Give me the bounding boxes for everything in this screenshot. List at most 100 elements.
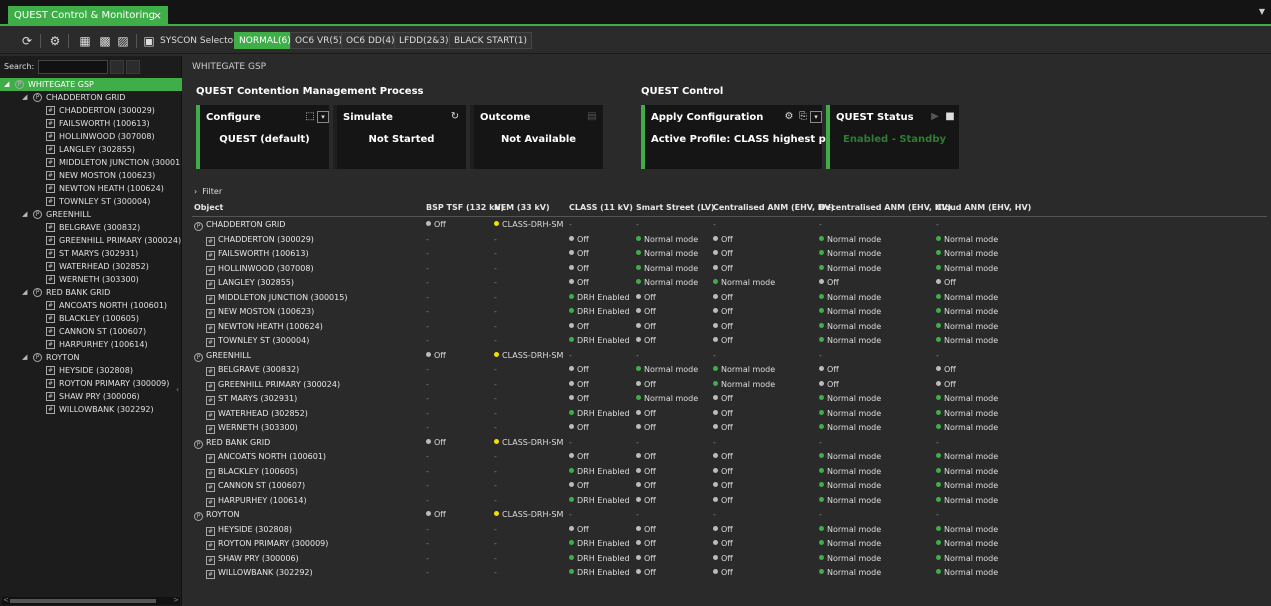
table-row[interactable]: P GREENHILL Off CLASS-DRH-SM - - - - - [192,349,1267,364]
table-row[interactable]: # ANCOATS NORTH (100601) - - Off Off Off Normal… [192,450,1267,465]
tree-item[interactable]: # WATERHEAD (302852) [0,260,182,273]
tree-item[interactable]: # MIDDLETON JUNCTION (30001 [0,156,182,169]
column-header-cloud-anm[interactable]: Cloud ANM (EHV, HV) [936,203,1031,212]
tree-item[interactable]: ◢ P ROYTON [0,351,182,364]
column-header-nem[interactable]: NEM (33 kV) [494,203,550,212]
close-icon[interactable]: × [153,9,162,22]
table-row[interactable]: # ST MARYS (302931) - - Off Normal mode Off Nor… [192,392,1267,407]
document-tab[interactable]: QUEST Control & Monitoring × [8,6,168,26]
table-row[interactable]: # FAILSWORTH (100613) - - Off Normal mode Off N… [192,247,1267,262]
table-row[interactable]: # CANNON ST (100607) - - Off Off Off Normal mod… [192,479,1267,494]
tree-item[interactable]: # WERNETH (303300) [0,273,182,286]
table-row[interactable]: # CHADDERTON (300029) - - Off Normal mode Off N… [192,233,1267,248]
table-row[interactable]: # MIDDLETON JUNCTION (300015) - - DRH Enable… [192,291,1267,306]
outcome-card[interactable]: Outcome ▤ Not Available [470,105,603,169]
configure-card[interactable]: Configure ⬚ ▾ QUEST (default) [196,105,329,169]
table-row[interactable]: # GREENHILL PRIMARY (300024) - - Off Off Norma… [192,378,1267,393]
tree-item[interactable]: # WILLOWBANK (302292) [0,403,182,416]
window-icon[interactable]: ▣ [140,32,158,50]
column-header-object[interactable]: Object [194,203,223,212]
tree-item[interactable]: # ANCOATS NORTH (100601) [0,299,182,312]
tree-item[interactable]: # BLACKLEY (100605) [0,312,182,325]
column-header-bsp-tsf[interactable]: BSP TSF (132 kV) [426,203,504,212]
tree-item[interactable]: ◢ P CHADDERTON GRID [0,91,182,104]
table-row[interactable]: # ROYTON PRIMARY (300009) - - DRH Enabled Off… [192,537,1267,552]
scroll-right-icon[interactable]: > [173,596,179,604]
column-header-smart-street[interactable]: Smart Street (LV) [636,203,715,212]
table-row[interactable]: # BELGRAVE (300832) - - Off Normal mode Normal… [192,363,1267,378]
expand-arrow-icon[interactable]: ◢ [22,286,30,299]
table-row[interactable]: P ROYTON Off CLASS-DRH-SM - - - - - [192,508,1267,523]
tree-item[interactable]: # CHADDERTON (300029) [0,104,182,117]
table-row[interactable]: # NEW MOSTON (100623) - - DRH Enabled Off Off N… [192,305,1267,320]
tree-item[interactable]: # NEWTON HEATH (100624) [0,182,182,195]
table-row[interactable]: # WERNETH (303300) - - Off Off Off Normal mode N… [192,421,1267,436]
sidebar-horizontal-scrollbar[interactable]: < > [2,596,180,605]
tree-item[interactable]: # SHAW PRY (300006) [0,390,182,403]
tree-item[interactable]: ◢ P GREENHILL [0,208,182,221]
table-row[interactable]: # NEWTON HEATH (100624) - - Off Off Off Normal … [192,320,1267,335]
scroll-left-icon[interactable]: < [3,596,9,604]
scrollbar-thumb[interactable] [10,599,156,603]
tab-menu-icon[interactable]: ▼ [1259,7,1265,16]
grid-sync-icon[interactable]: ▩ [96,32,114,50]
select-configuration-icon[interactable]: ⬚ [304,111,316,123]
syscon-oc6-dd-button[interactable]: OC6 DD(4) [341,32,400,49]
table-row[interactable]: # TOWNLEY ST (300004) - - DRH Enabled Off Off N… [192,334,1267,349]
apply-configuration-card[interactable]: Apply Configuration ⚙ ⎘ ▾ Active Profile… [641,105,861,169]
table-row[interactable]: # LANGLEY (302855) - - Off Normal mode Normal … [192,276,1267,291]
collapse-sidebar-icon[interactable]: ‹ [176,385,182,394]
column-header-class[interactable]: CLASS (11 kV) [569,203,633,212]
tree-item[interactable]: # FAILSWORTH (100613) [0,117,182,130]
syscon-oc6-vr-button[interactable]: OC6 VR(5) [290,32,348,49]
run-simulation-icon[interactable]: ↻ [449,111,461,123]
table-row[interactable]: P CHADDERTON GRID Off CLASS-DRH-SM - - - - - [192,218,1267,233]
syscon-normal-button[interactable]: NORMAL(6) [234,32,296,49]
chevron-down-icon[interactable]: ▾ [317,111,329,123]
filter-toggle[interactable]: › Filter [194,187,222,196]
table-row[interactable]: # SHAW PRY (300006) - - DRH Enabled Off Off Nor… [192,552,1267,567]
tree-item[interactable]: # HEYSIDE (302808) [0,364,182,377]
expand-arrow-icon[interactable]: ◢ [22,208,30,221]
tree-item[interactable]: # BELGRAVE (300832) [0,221,182,234]
search-clear-button[interactable] [110,60,124,74]
grid-settings-icon[interactable]: ▦ [76,32,94,50]
stop-icon[interactable]: ■ [944,111,956,123]
table-row[interactable]: # HEYSIDE (302808) - - Off Off Off Normal mode N… [192,523,1267,538]
simulate-card[interactable]: Simulate ↻ Not Started [333,105,466,169]
tree-item[interactable]: ◢ P WHITEGATE GSP [0,78,182,91]
table-row[interactable]: P RED BANK GRID Off CLASS-DRH-SM - - - - - [192,436,1267,451]
tree-item[interactable]: # HARPURHEY (100614) [0,338,182,351]
play-icon[interactable]: ▶ [929,111,941,123]
copy-configuration-icon[interactable]: ⎘ [797,111,809,123]
tree-item[interactable]: # NEW MOSTON (100623) [0,169,182,182]
table-row[interactable]: # HOLLINWOOD (307008) - - Off Normal mode Off N… [192,262,1267,277]
grid-edit-icon[interactable]: ▨ [114,32,132,50]
column-header-decentralised-anm[interactable]: Decentralised ANM (EHV, HV) [819,203,951,212]
outcome-report-icon[interactable]: ▤ [586,111,598,123]
table-row[interactable]: # BLACKLEY (100605) - - DRH Enabled Off Off Nor… [192,465,1267,480]
chevron-down-icon[interactable]: ▾ [810,111,822,123]
syscon-black-start-button[interactable]: BLACK START(1) [449,32,532,49]
tree-item[interactable]: # ROYTON PRIMARY (300009) [0,377,182,390]
tree-item[interactable]: # ST MARYS (302931) [0,247,182,260]
tree-item[interactable]: # CANNON ST (100607) [0,325,182,338]
tree-item[interactable]: # LANGLEY (302855) [0,143,182,156]
expand-arrow-icon[interactable]: ◢ [4,78,12,91]
syscon-lfdd-button[interactable]: LFDD(2&3) [394,32,454,49]
tree-item[interactable]: # TOWNLEY ST (300004) [0,195,182,208]
apply-user-icon[interactable]: ⚙ [783,111,795,123]
tree-item[interactable]: ◢ P RED BANK GRID [0,286,182,299]
table-row[interactable]: # WILLOWBANK (302292) - - DRH Enabled Off Off N… [192,566,1267,581]
tree-item[interactable]: # HOLLINWOOD (307008) [0,130,182,143]
refresh-icon[interactable]: ⟳ [18,32,36,50]
expand-arrow-icon[interactable]: ◢ [22,91,30,104]
search-input[interactable] [38,60,108,74]
apply-user-icon[interactable]: ⚙ [46,32,64,50]
search-go-button[interactable] [126,60,140,74]
table-row[interactable]: # WATERHEAD (302852) - - DRH Enabled Off Off No… [192,407,1267,422]
column-header-centralised-anm[interactable]: Centralised ANM (EHV, HV) [713,203,834,212]
expand-arrow-icon[interactable]: ◢ [22,351,30,364]
tree-item[interactable]: # GREENHILL PRIMARY (300024) [0,234,182,247]
table-row[interactable]: # HARPURHEY (100614) - - DRH Enabled Off Off No… [192,494,1267,509]
